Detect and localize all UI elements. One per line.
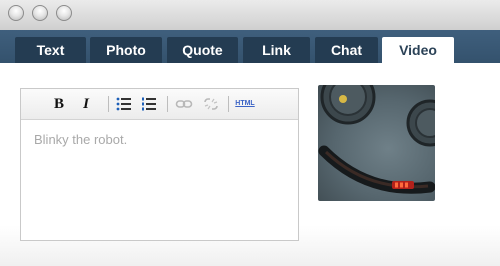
rich-text-editor: B I HTML Blinky the robot. — [20, 88, 299, 241]
tab-photo[interactable]: Photo — [90, 37, 162, 63]
tab-chat[interactable]: Chat — [315, 37, 378, 63]
editor-text[interactable]: Blinky the robot. — [34, 132, 127, 147]
html-icon[interactable]: HTML — [233, 95, 257, 113]
toolbar-separator — [228, 96, 229, 112]
toolbar-separator — [167, 96, 168, 112]
content-area: B I HTML Blinky the robot. — [0, 63, 500, 266]
toolbar-separator — [108, 96, 109, 112]
link-icon[interactable] — [175, 95, 193, 113]
minimize-window-button[interactable] — [32, 5, 48, 21]
tab-text[interactable]: Text — [15, 37, 86, 63]
italic-icon[interactable]: I — [78, 95, 94, 113]
video-thumbnail[interactable] — [318, 85, 435, 201]
numbered-list-icon[interactable] — [141, 95, 157, 113]
bold-icon[interactable]: B — [51, 95, 67, 113]
unlink-icon[interactable] — [202, 95, 220, 113]
close-window-button[interactable] — [8, 5, 24, 21]
editor-toolbar: B I HTML — [21, 89, 298, 120]
bulleted-list-icon[interactable] — [116, 95, 132, 113]
tab-quote[interactable]: Quote — [167, 37, 238, 63]
window-titlebar — [0, 0, 500, 31]
post-type-tabs: Text Photo Quote Link Chat Video — [0, 30, 500, 63]
zoom-window-button[interactable] — [56, 5, 72, 21]
tab-link[interactable]: Link — [243, 37, 310, 63]
tab-video[interactable]: Video — [382, 37, 454, 63]
